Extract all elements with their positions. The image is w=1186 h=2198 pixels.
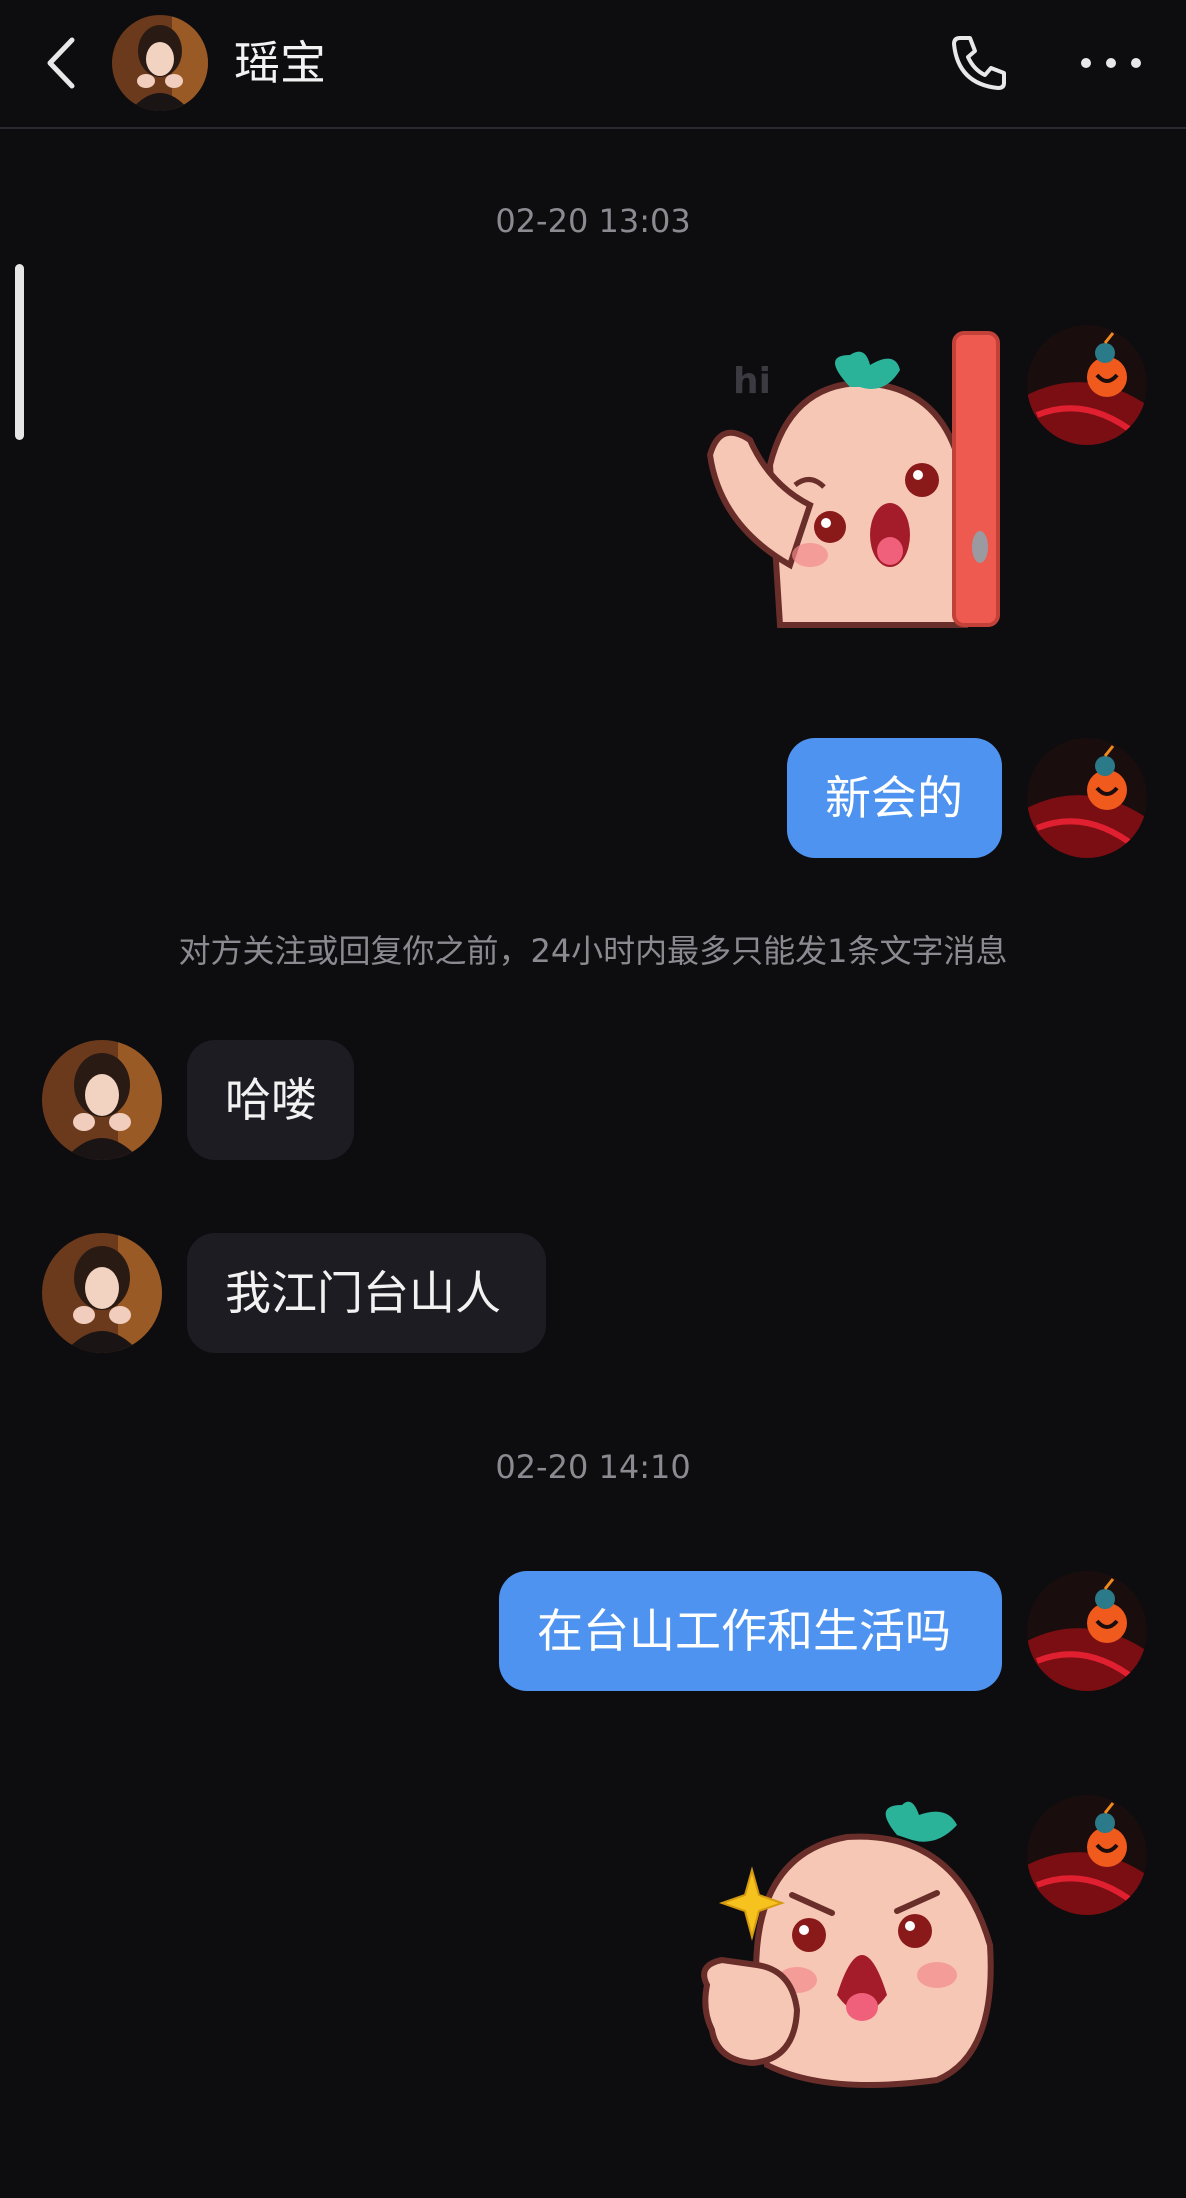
my-avatar-image bbox=[1027, 1795, 1147, 1915]
timestamp: 02-20 13:03 bbox=[495, 202, 691, 240]
outgoing-message[interactable]: 新会的 bbox=[787, 738, 1002, 858]
contact-avatar-image bbox=[112, 15, 208, 111]
contact-avatar[interactable] bbox=[112, 15, 208, 111]
incoming-message[interactable]: 哈喽 bbox=[187, 1040, 354, 1160]
my-avatar-image bbox=[1027, 1571, 1147, 1691]
my-avatar-image bbox=[1027, 738, 1147, 858]
chevron-left-icon bbox=[47, 37, 75, 89]
contact-avatar[interactable] bbox=[42, 1233, 162, 1353]
sticker-thumbs-up[interactable] bbox=[697, 1795, 997, 2090]
my-avatar[interactable] bbox=[1027, 738, 1147, 858]
scroll-indicator[interactable] bbox=[15, 264, 24, 440]
sticker-hi-wave-image: hi bbox=[706, 331, 1000, 628]
more-dots-icon bbox=[1081, 58, 1141, 68]
call-button[interactable] bbox=[946, 30, 1012, 96]
outgoing-message[interactable]: 在台山工作和生活吗 bbox=[499, 1571, 1002, 1691]
sticker-thumbs-up-image bbox=[701, 1801, 994, 2088]
phone-icon bbox=[952, 36, 1006, 90]
my-avatar[interactable] bbox=[1027, 325, 1147, 445]
back-button[interactable] bbox=[38, 30, 88, 96]
sticker-hi-wave[interactable]: hi bbox=[700, 325, 1010, 630]
chat-header: 瑶宝 bbox=[0, 0, 1186, 129]
sticker-hi-text: hi bbox=[733, 361, 771, 402]
my-avatar[interactable] bbox=[1027, 1795, 1147, 1915]
contact-avatar-image bbox=[42, 1233, 162, 1353]
contact-avatar[interactable] bbox=[42, 1040, 162, 1160]
my-avatar[interactable] bbox=[1027, 1571, 1147, 1691]
contact-avatar-image bbox=[42, 1040, 162, 1160]
my-avatar-image bbox=[1027, 325, 1147, 445]
contact-name[interactable]: 瑶宝 bbox=[234, 30, 326, 96]
incoming-message[interactable]: 我江门台山人 bbox=[187, 1233, 546, 1353]
message-limit-notice: 对方关注或回复你之前，24小时内最多只能发1条文字消息 bbox=[178, 932, 1008, 970]
more-button[interactable] bbox=[1076, 30, 1146, 96]
timestamp: 02-20 14:10 bbox=[495, 1448, 691, 1486]
